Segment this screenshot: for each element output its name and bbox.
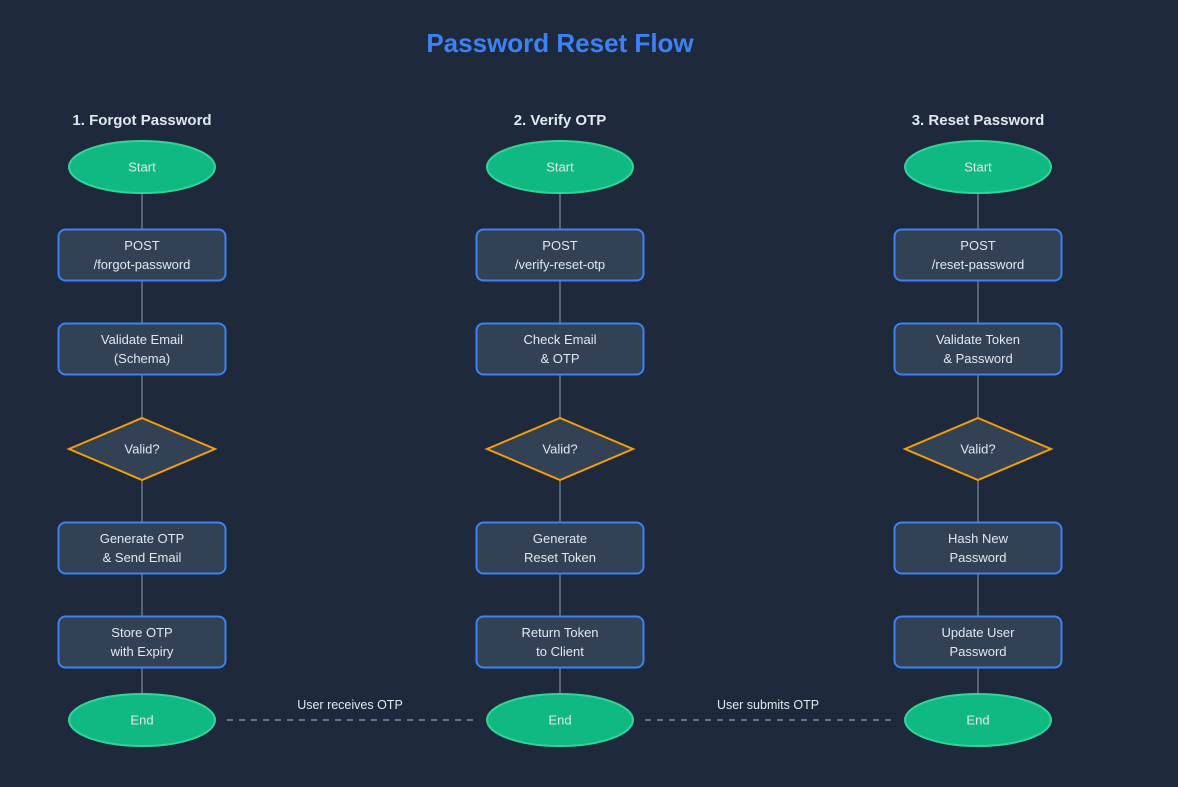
process-node: Check Email & OTP: [475, 322, 645, 376]
process-node: POST/verify-reset-otp: [475, 228, 645, 282]
node-label: (Schema): [114, 351, 170, 366]
node-label: End: [130, 713, 153, 728]
process-node: POST/forgot-password: [57, 228, 227, 282]
node-label: Start: [964, 160, 992, 175]
node-label: Start: [546, 160, 574, 175]
process-node: Hash New Password: [893, 521, 1063, 575]
node-label: /reset-password: [932, 257, 1024, 272]
column-heading: 1. Forgot Password: [72, 112, 211, 129]
node-label: /forgot-password: [94, 257, 191, 272]
node-label: & Password: [943, 351, 1012, 366]
diagram-stage: Password Reset Flow User receives OTP Use…: [0, 0, 1178, 787]
node-label: End: [548, 713, 571, 728]
process-node: Update User Password: [893, 615, 1063, 669]
decision-node: Valid?: [902, 416, 1054, 482]
node-label: End: [966, 713, 989, 728]
node-label: Store OTP: [111, 625, 172, 640]
decision-node: Valid?: [66, 416, 218, 482]
node-label: & Send Email: [103, 550, 182, 565]
node-label: Start: [128, 160, 156, 175]
node-label: Password: [949, 550, 1006, 565]
link-label: User submits OTP: [717, 698, 819, 712]
node-label: Reset Token: [524, 550, 596, 565]
column-heading: 3. Reset Password: [912, 112, 1045, 129]
decision-node: Valid?: [484, 416, 636, 482]
node-label: POST: [960, 238, 995, 253]
node-label: & OTP: [540, 351, 579, 366]
node-label: POST: [542, 238, 577, 253]
node-label: Return Token: [521, 625, 598, 640]
node-label: Generate: [533, 531, 587, 546]
node-label: to Client: [536, 644, 584, 659]
node-label: Valid?: [542, 442, 577, 457]
terminal-node: End: [904, 693, 1052, 747]
node-label: Update User: [942, 625, 1016, 640]
process-node: Generate OTP & Send Email: [57, 521, 227, 575]
process-node: Return Token to Client: [475, 615, 645, 669]
process-node: Store OTP with Expiry: [57, 615, 227, 669]
node-label: with Expiry: [110, 644, 174, 659]
node-label: Check Email: [524, 332, 597, 347]
node-label: Hash New: [948, 531, 1009, 546]
flowchart-diagram: Password Reset Flow User receives OTP Use…: [57, 28, 1063, 747]
process-node: Generate Reset Token: [475, 521, 645, 575]
node-label: Valid?: [124, 442, 159, 457]
terminal-node: Start: [904, 140, 1052, 194]
terminal-node: Start: [486, 140, 634, 194]
terminal-node: End: [68, 693, 216, 747]
column-heading: 2. Verify OTP: [514, 112, 607, 129]
node-label: Password: [949, 644, 1006, 659]
link-label: User receives OTP: [297, 698, 403, 712]
process-node: Validate Token & Password: [893, 322, 1063, 376]
node-label: Valid?: [960, 442, 995, 457]
node-label: POST: [124, 238, 159, 253]
node-label: Validate Email: [101, 332, 183, 347]
terminal-node: End: [486, 693, 634, 747]
node-label: /verify-reset-otp: [515, 257, 605, 272]
process-node: Validate Email (Schema): [57, 322, 227, 376]
terminal-node: Start: [68, 140, 216, 194]
diagram-title: Password Reset Flow: [426, 28, 694, 58]
node-label: Validate Token: [936, 332, 1020, 347]
node-label: Generate OTP: [100, 531, 185, 546]
process-node: POST/reset-password: [893, 228, 1063, 282]
